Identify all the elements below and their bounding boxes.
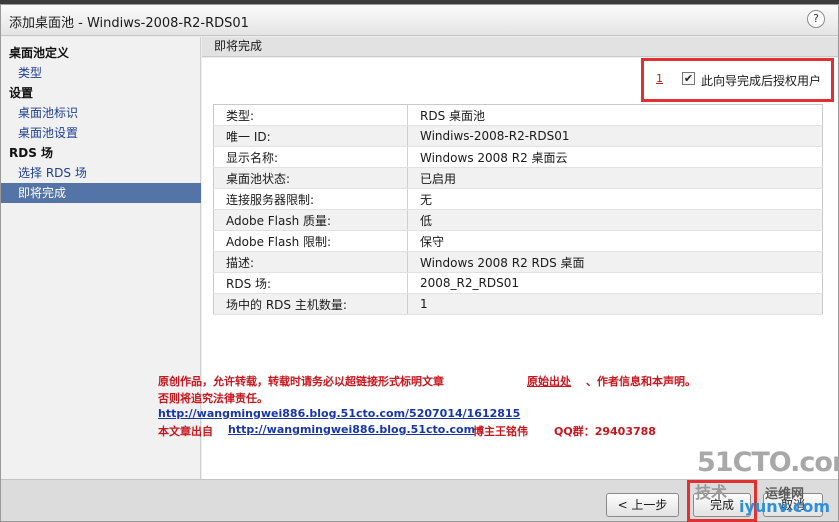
summary-value: 1 — [407, 293, 823, 315]
table-row: 类型: RDS 桌面池 — [213, 104, 823, 126]
add-desktop-pool-dialog: 添加桌面池 - Windiws-2008-R2-RDS01 ? 桌面池定义 类型… — [0, 4, 839, 522]
table-row: 场中的 RDS 主机数量: 1 — [213, 293, 823, 315]
cancel-button[interactable]: 取消 — [763, 493, 823, 517]
notice-qq: QQ群：29403788 — [554, 425, 656, 438]
summary-key: 唯一 ID: — [213, 125, 408, 147]
dialog-title: 添加桌面池 - Windiws-2008-R2-RDS01 — [9, 16, 249, 31]
summary-key: Adobe Flash 质量: — [213, 209, 408, 231]
nav-item-pool-id[interactable]: 桌面池标识 — [1, 103, 201, 123]
notice-original-source-link[interactable]: 原始出处 — [527, 373, 571, 389]
summary-value: 保守 — [407, 230, 823, 252]
notice-author: 博主王铭伟 — [473, 425, 528, 438]
authorize-users-checkbox[interactable]: ✔ — [682, 72, 695, 85]
summary-table: 类型: RDS 桌面池 唯一 ID: Windiws-2008-R2-RDS01 显… — [213, 104, 823, 315]
notice-line1b: 、作者信息和本声明。 — [586, 375, 696, 388]
notice-blog-url[interactable]: http://wangmingwei886.blog.51cto.com — [228, 423, 475, 436]
title-bar: 添加桌面池 - Windiws-2008-R2-RDS01 ? — [1, 5, 838, 36]
summary-key: 连接服务器限制: — [213, 188, 408, 210]
table-row: Adobe Flash 限制: 保守 — [213, 230, 823, 252]
notice-article-url[interactable]: http://wangmingwei886.blog.51cto.com/520… — [158, 407, 520, 420]
help-icon[interactable]: ? — [807, 10, 825, 28]
finish-button-highlight — [687, 480, 757, 522]
summary-key: RDS 场: — [213, 272, 408, 294]
wizard-footer: < 上一步 完成 取消 — [1, 479, 838, 522]
summary-value: 低 — [407, 209, 823, 231]
nav-section-settings: 设置 — [9, 86, 34, 100]
table-row: Adobe Flash 质量: 低 — [213, 209, 823, 231]
table-row: 显示名称: Windows 2008 R2 桌面云 — [213, 146, 823, 168]
summary-value: RDS 桌面池 — [407, 104, 823, 126]
table-row: 唯一 ID: Windiws-2008-R2-RDS01 — [213, 125, 823, 147]
summary-value: Windows 2008 R2 桌面云 — [407, 146, 823, 168]
back-button[interactable]: < 上一步 — [606, 493, 679, 517]
table-row: RDS 场: 2008_R2_RDS01 — [213, 272, 823, 294]
wizard-nav: 桌面池定义 类型 设置 桌面池标识 桌面池设置 RDS 场 选择 RDS 场 即… — [1, 37, 201, 479]
summary-value: 已启用 — [407, 167, 823, 189]
summary-key: 描述: — [213, 251, 408, 273]
summary-panel: 1 ✔ 此向导完成后授权用户 类型: RDS 桌面池 唯一 ID: Windiws-… — [158, 58, 838, 479]
authorize-users-label: 此向导完成后授权用户 — [701, 74, 822, 88]
summary-key: 类型: — [213, 104, 408, 126]
annotation-number: 1 — [656, 72, 663, 85]
summary-value: Windows 2008 R2 RDS 桌面 — [407, 251, 823, 273]
nav-item-type[interactable]: 类型 — [1, 63, 201, 83]
summary-key: 桌面池状态: — [213, 167, 408, 189]
nav-section-pool-definition: 桌面池定义 — [9, 46, 70, 60]
summary-value: Windiws-2008-R2-RDS01 — [407, 125, 823, 147]
nav-item-ready-to-complete[interactable]: 即将完成 — [1, 183, 201, 203]
table-row: 桌面池状态: 已启用 — [213, 167, 823, 189]
summary-key: Adobe Flash 限制: — [213, 230, 408, 252]
summary-value: 无 — [407, 188, 823, 210]
summary-key: 显示名称: — [213, 146, 408, 168]
table-row: 描述: Windows 2008 R2 RDS 桌面 — [213, 251, 823, 273]
nav-item-select-rds-farm[interactable]: 选择 RDS 场 — [1, 163, 201, 183]
nav-section-rds-farm: RDS 场 — [9, 146, 54, 160]
authorize-users-highlight: 1 ✔ 此向导完成后授权用户 — [641, 58, 834, 102]
table-row: 连接服务器限制: 无 — [213, 188, 823, 210]
step-header: 即将完成 — [202, 37, 838, 57]
summary-key: 场中的 RDS 主机数量: — [213, 293, 408, 315]
nav-item-pool-settings[interactable]: 桌面池设置 — [1, 123, 201, 143]
summary-value: 2008_R2_RDS01 — [407, 272, 823, 294]
